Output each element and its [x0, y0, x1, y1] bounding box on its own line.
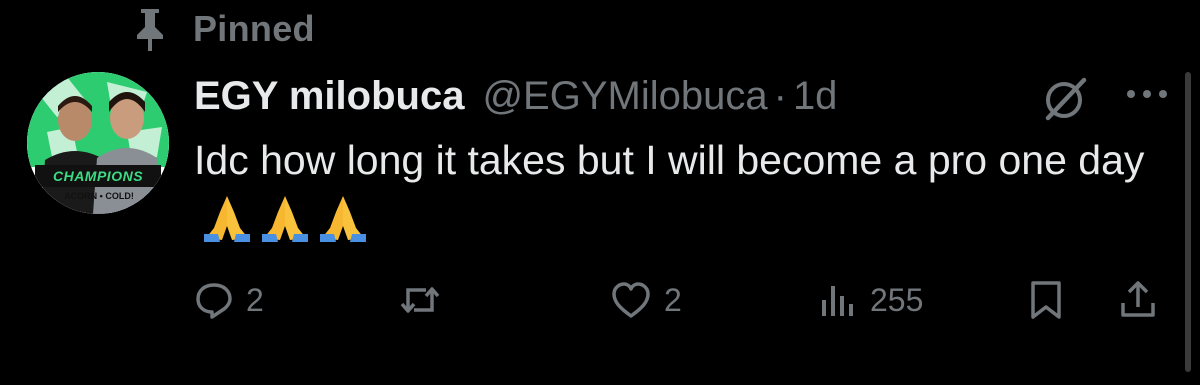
pin-icon: [133, 7, 167, 51]
like-button[interactable]: 2: [610, 270, 682, 330]
action-bar: 2 2 255: [0, 270, 1200, 330]
share-button[interactable]: [1118, 270, 1158, 330]
pinned-indicator: Pinned: [133, 6, 315, 52]
heart-icon: [612, 282, 650, 318]
separator-dot: ·: [773, 73, 787, 118]
views-button[interactable]: 255: [818, 270, 923, 330]
tweet-text-content: Idc how long it takes but I will become …: [194, 137, 1145, 183]
bookmark-button[interactable]: [1028, 270, 1064, 330]
handle[interactable]: @EGYMilobuca: [482, 74, 767, 119]
reply-count: 2: [246, 281, 264, 318]
emoji-group: [200, 190, 370, 244]
folded-hands-emoji-icon: [320, 196, 366, 242]
tweet[interactable]: Pinned CHAMPIONS ACORN • COLD! EGY milob…: [0, 0, 1200, 385]
avatar-banner-text: CHAMPIONS: [35, 165, 161, 187]
pinned-label: Pinned: [193, 8, 315, 49]
reply-icon: [196, 283, 232, 319]
folded-hands-emoji-icon: [204, 196, 250, 242]
display-name[interactable]: EGY milobuca: [194, 74, 464, 119]
timestamp[interactable]: 1d: [793, 74, 838, 119]
scrollbar[interactable]: [1185, 72, 1191, 372]
retweet-icon: [400, 287, 440, 313]
like-count: 2: [664, 281, 682, 318]
tweet-text: Idc how long it takes but I will become …: [194, 130, 1154, 250]
share-icon: [1121, 281, 1155, 317]
view-count: 255: [870, 281, 924, 318]
avatar-sub-text: ACORN • COLD!: [64, 191, 134, 201]
reply-button[interactable]: 2: [194, 270, 264, 330]
folded-hands-emoji-icon: [262, 196, 308, 242]
bookmark-icon: [1031, 281, 1061, 319]
tweet-header: EGY milobuca @EGYMilobuca · 1d: [194, 68, 837, 124]
retweet-button[interactable]: [398, 270, 442, 330]
views-chart-icon: [822, 286, 853, 316]
avatar[interactable]: CHAMPIONS ACORN • COLD!: [27, 72, 169, 214]
